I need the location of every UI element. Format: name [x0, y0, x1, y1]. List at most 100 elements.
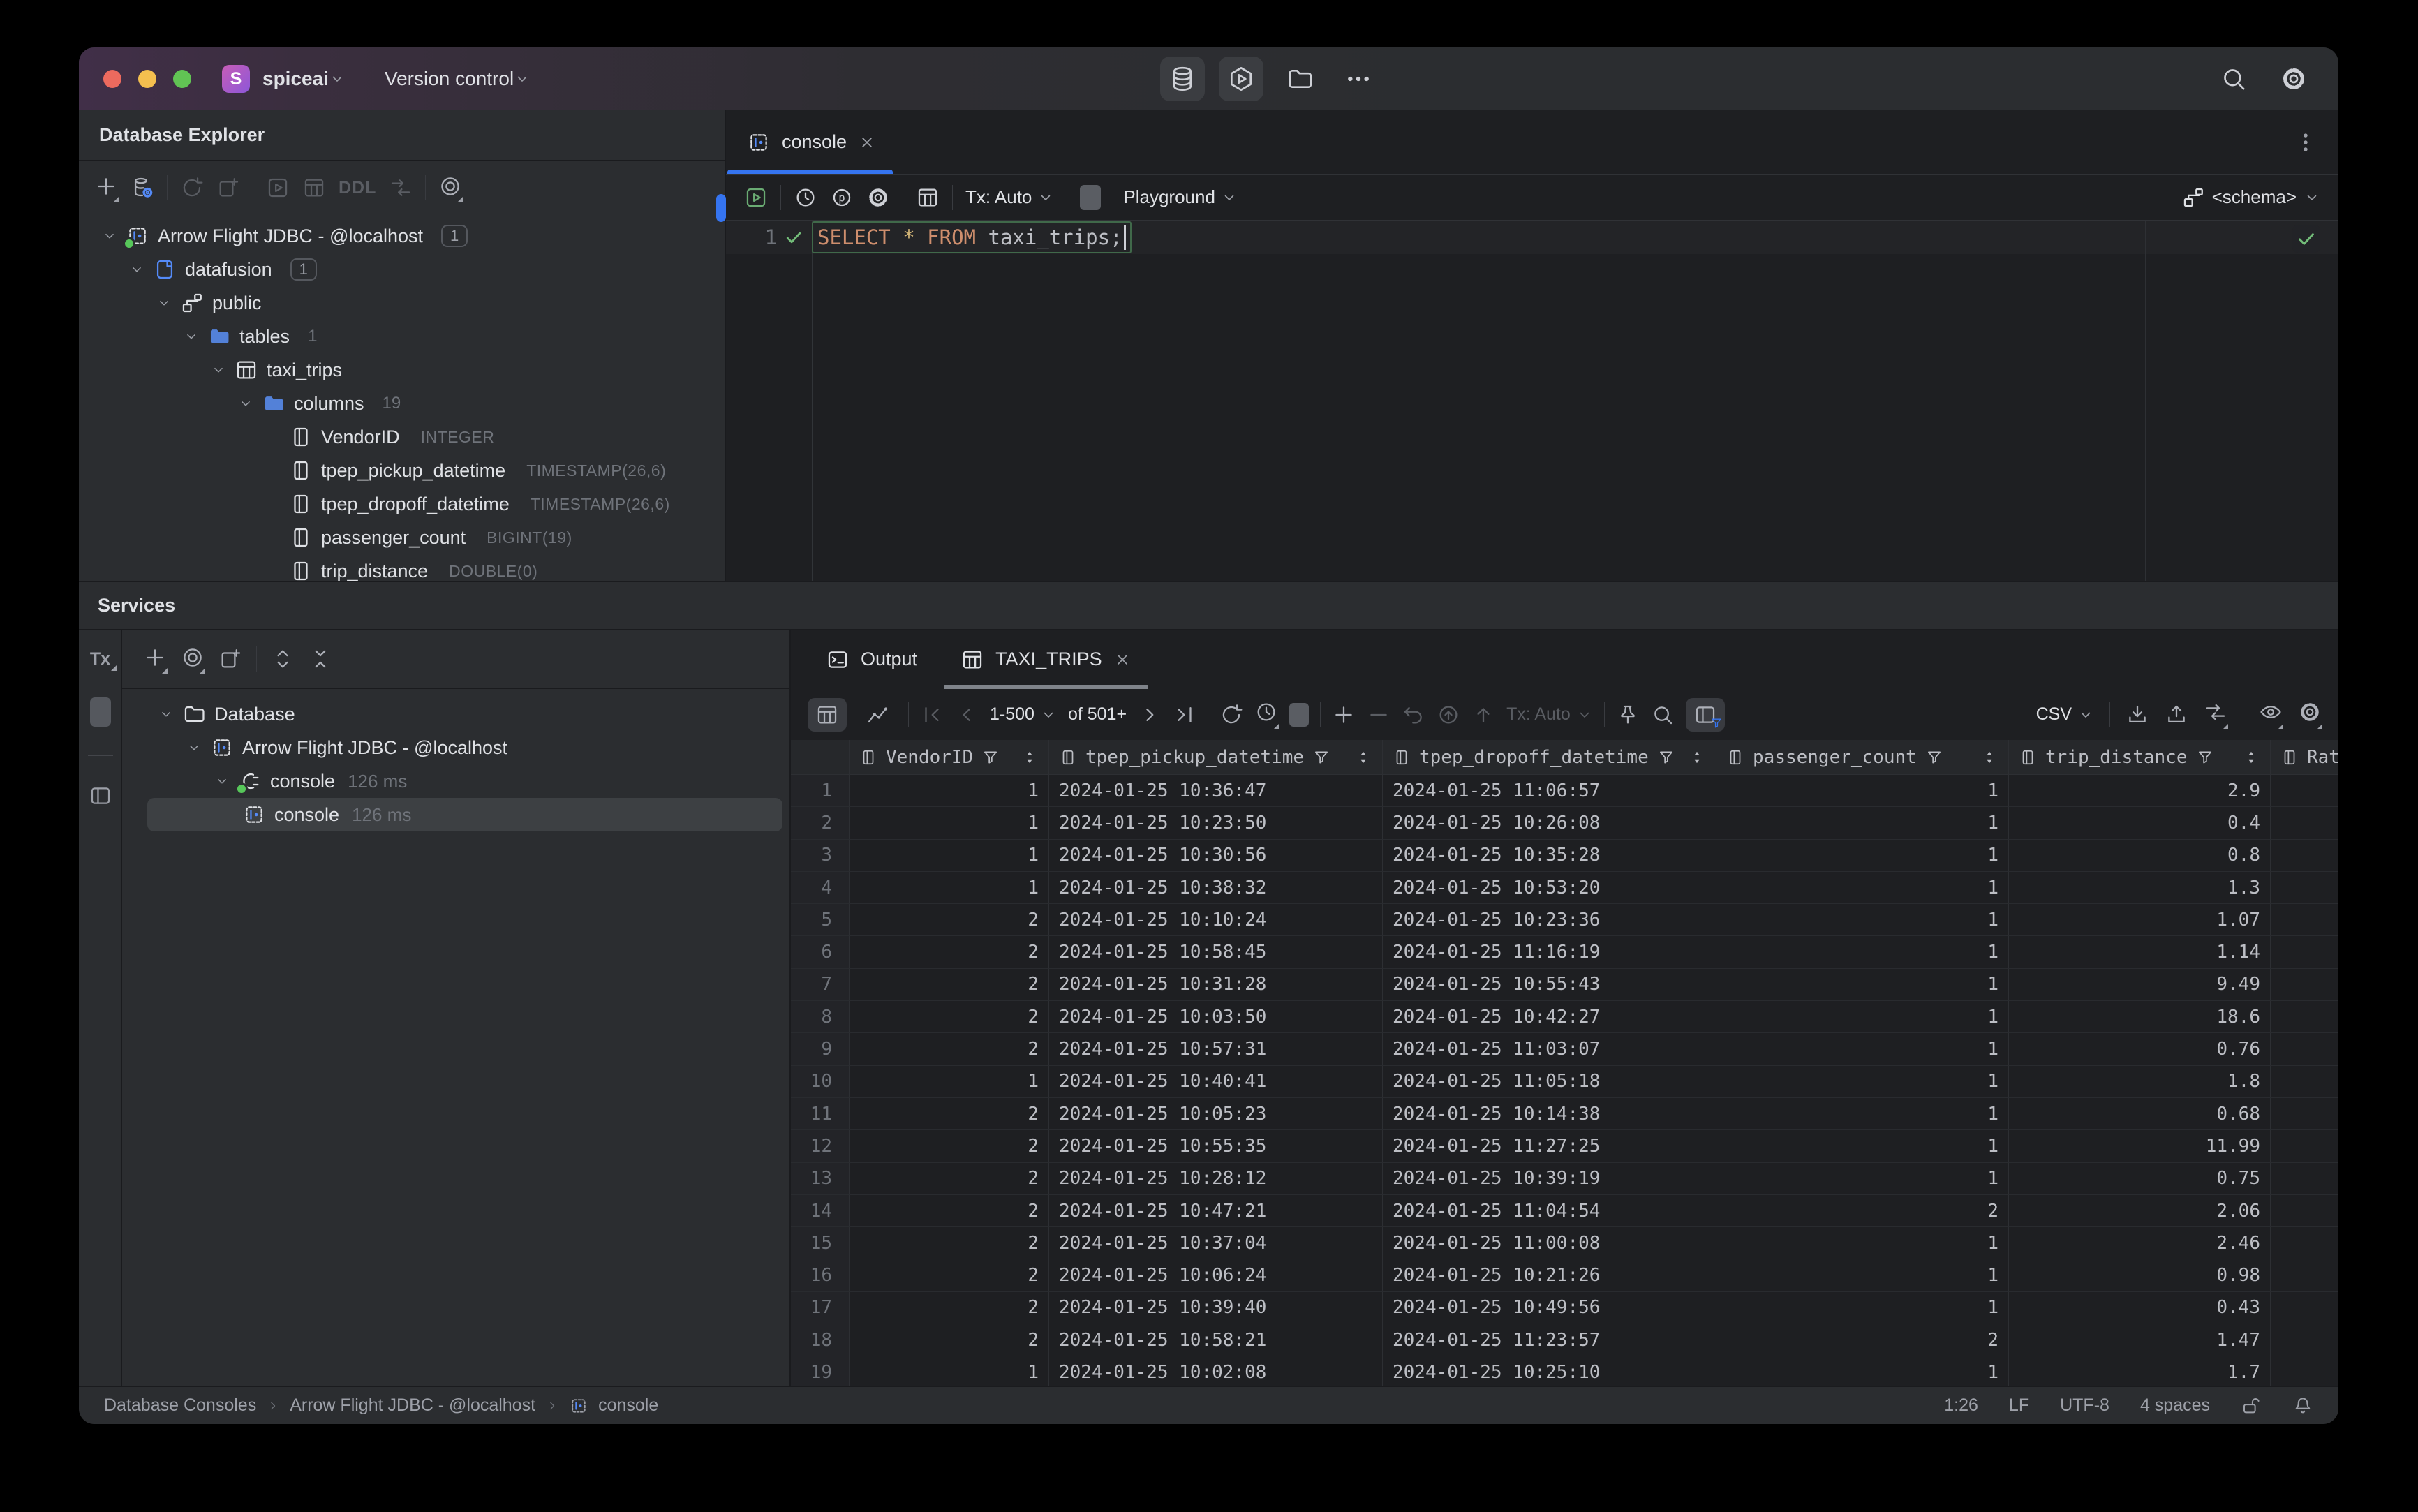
- grid-view-toggle[interactable]: [808, 697, 847, 732]
- data-cell[interactable]: [2271, 1033, 2338, 1066]
- next-page-icon[interactable]: [1138, 703, 1162, 727]
- tab-options-icon[interactable]: [2294, 131, 2317, 154]
- table-row[interactable]: 3 1 2024-01-25 10:30:56 2024-01-25 10:35:28…: [791, 839, 2338, 872]
- new-console-icon[interactable]: [216, 176, 240, 200]
- services-item-Arrow Flight JDBC - @localhost[interactable]: Arrow Flight JDBC - @localhost: [122, 731, 789, 764]
- more-actions-button[interactable]: [1336, 57, 1381, 101]
- data-cell[interactable]: 2024-01-25 10:26:08: [1383, 807, 1716, 840]
- project-avatar[interactable]: S: [222, 65, 250, 93]
- data-cell[interactable]: 2024-01-25 10:55:43: [1383, 968, 1716, 1002]
- data-cell[interactable]: 1: [1716, 1291, 2009, 1325]
- data-cell[interactable]: [2271, 1065, 2338, 1098]
- settings-gear-icon[interactable]: [866, 186, 890, 209]
- tab-taxi-trips[interactable]: TAXI_TRIPS: [942, 630, 1150, 689]
- caret-position[interactable]: 1:26: [1944, 1395, 1978, 1416]
- breadcrumb-item[interactable]: Database Consoles: [104, 1395, 256, 1416]
- table-row[interactable]: 7 2 2024-01-25 10:31:28 2024-01-25 10:55:43…: [791, 968, 2338, 1002]
- data-cell[interactable]: 2: [850, 1291, 1049, 1325]
- column-header-passenger_count[interactable]: passenger_count: [1716, 740, 2009, 774]
- data-cell[interactable]: [2271, 839, 2338, 872]
- minimize-window-button[interactable]: [138, 70, 156, 88]
- column-header-trip_distance[interactable]: trip_distance: [2009, 740, 2271, 774]
- panel-accent-handle[interactable]: [716, 194, 726, 222]
- find-icon[interactable]: [1651, 703, 1675, 727]
- tree-item-passenger_count[interactable]: passenger_count BIGINT(19): [79, 521, 725, 554]
- database-tool-button[interactable]: [1160, 57, 1205, 101]
- filter-funnel-icon[interactable]: [2196, 748, 2214, 766]
- data-cell[interactable]: [2271, 1097, 2338, 1131]
- sort-icon[interactable]: [1021, 748, 1039, 766]
- data-cell[interactable]: 0.43: [2009, 1291, 2271, 1325]
- tree-item-Arrow Flight JDBC - @localhost[interactable]: Arrow Flight JDBC - @localhost 1: [79, 219, 725, 253]
- delete-row-icon[interactable]: [1367, 703, 1390, 727]
- data-cell[interactable]: 1: [850, 807, 1049, 840]
- pin-tab-icon[interactable]: [1616, 703, 1640, 727]
- parameters-icon[interactable]: [830, 186, 854, 209]
- tree-item-datafusion[interactable]: datafusion 1: [79, 253, 725, 286]
- filter-funnel-icon[interactable]: [981, 748, 1000, 766]
- refresh-icon[interactable]: [180, 176, 204, 200]
- tree-item-tables[interactable]: tables 1: [79, 320, 725, 353]
- data-cell[interactable]: 1: [1716, 775, 2009, 808]
- table-row[interactable]: 19 1 2024-01-25 10:02:08 2024-01-25 10:25:1…: [791, 1356, 2338, 1386]
- data-cell[interactable]: 2: [850, 1033, 1049, 1066]
- settings-gear-icon[interactable]: [2280, 65, 2308, 93]
- column-header-VendorID[interactable]: VendorID: [850, 740, 1049, 774]
- column-header-tpep_pickup_datetime[interactable]: tpep_pickup_datetime: [1049, 740, 1383, 774]
- sort-icon[interactable]: [1354, 748, 1372, 766]
- data-cell[interactable]: 2024-01-25 11:23:57: [1383, 1324, 1716, 1357]
- view-eye-button[interactable]: [2259, 700, 2283, 729]
- indent-setting[interactable]: 4 spaces: [2140, 1395, 2210, 1416]
- data-cell[interactable]: 2024-01-25 10:42:27: [1383, 1001, 1716, 1034]
- table-row[interactable]: 16 2 2024-01-25 10:06:24 2024-01-25 10:21:2…: [791, 1259, 2338, 1292]
- compare-swap-button[interactable]: [2204, 700, 2228, 729]
- inspections-status[interactable]: [2292, 225, 2320, 253]
- data-cell[interactable]: 2024-01-25 11:27:25: [1383, 1130, 1716, 1163]
- data-cell[interactable]: 2024-01-25 10:53:20: [1383, 871, 1716, 905]
- data-cell[interactable]: 18.6: [2009, 1001, 2271, 1034]
- data-cell[interactable]: [2271, 936, 2338, 969]
- search-icon[interactable]: [2220, 65, 2248, 93]
- data-cell[interactable]: 2.46: [2009, 1227, 2271, 1260]
- zoom-window-button[interactable]: [173, 70, 191, 88]
- filter-funnel-icon[interactable]: [1312, 748, 1330, 766]
- column-header-Rate[interactable]: Rate: [2271, 740, 2338, 774]
- sort-icon[interactable]: [1688, 748, 1706, 766]
- data-cell[interactable]: 1: [1716, 871, 2009, 905]
- table-row[interactable]: 15 2 2024-01-25 10:37:04 2024-01-25 11:00:0…: [791, 1227, 2338, 1260]
- data-cell[interactable]: 2: [1716, 1194, 2009, 1228]
- export-download-icon[interactable]: [2126, 703, 2149, 727]
- breadcrumb-item[interactable]: console: [598, 1395, 658, 1416]
- data-cell[interactable]: 2.9: [2009, 775, 2271, 808]
- open-in-new-tab-icon[interactable]: [218, 647, 242, 671]
- run-configuration-button[interactable]: [1219, 57, 1263, 101]
- data-cell[interactable]: 1: [850, 775, 1049, 808]
- services-item-console[interactable]: console 126 ms: [147, 798, 782, 831]
- tx-toggle-button[interactable]: Tx: [90, 649, 117, 671]
- data-cell[interactable]: 2024-01-25 11:03:07: [1383, 1033, 1716, 1066]
- data-cell[interactable]: 9.49: [2009, 968, 2271, 1002]
- run-sql-icon[interactable]: [266, 176, 290, 200]
- data-cell[interactable]: 11.99: [2009, 1130, 2271, 1163]
- ddl-button[interactable]: DDL: [339, 178, 376, 198]
- expand-chevron-icon[interactable]: [214, 773, 230, 789]
- expand-chevron-icon[interactable]: [158, 706, 174, 722]
- data-cell[interactable]: 2024-01-25 10:23:50: [1049, 807, 1383, 840]
- data-cell[interactable]: 1: [1716, 1130, 2009, 1163]
- data-cell[interactable]: 2024-01-25 10:10:24: [1049, 904, 1383, 937]
- data-cell[interactable]: 2024-01-25 10:35:28: [1383, 839, 1716, 872]
- revert-icon[interactable]: [1402, 703, 1425, 727]
- sort-icon[interactable]: [2242, 748, 2260, 766]
- data-cell[interactable]: [2271, 1324, 2338, 1357]
- layout-toggle-icon[interactable]: [89, 784, 112, 808]
- data-cell[interactable]: 2: [850, 1194, 1049, 1228]
- tree-item-columns[interactable]: columns 19: [79, 387, 725, 420]
- data-cell[interactable]: 1: [850, 1065, 1049, 1098]
- datasource-properties-icon[interactable]: [131, 176, 154, 200]
- data-cell[interactable]: 2024-01-25 10:02:08: [1049, 1356, 1383, 1386]
- table-row[interactable]: 2 1 2024-01-25 10:23:50 2024-01-25 10:26:08…: [791, 807, 2338, 840]
- tab-console[interactable]: console: [726, 110, 894, 174]
- data-cell[interactable]: 2024-01-25 10:31:28: [1049, 968, 1383, 1002]
- version-control-menu[interactable]: Version control: [385, 68, 514, 90]
- expand-chevron-icon[interactable]: [211, 362, 226, 378]
